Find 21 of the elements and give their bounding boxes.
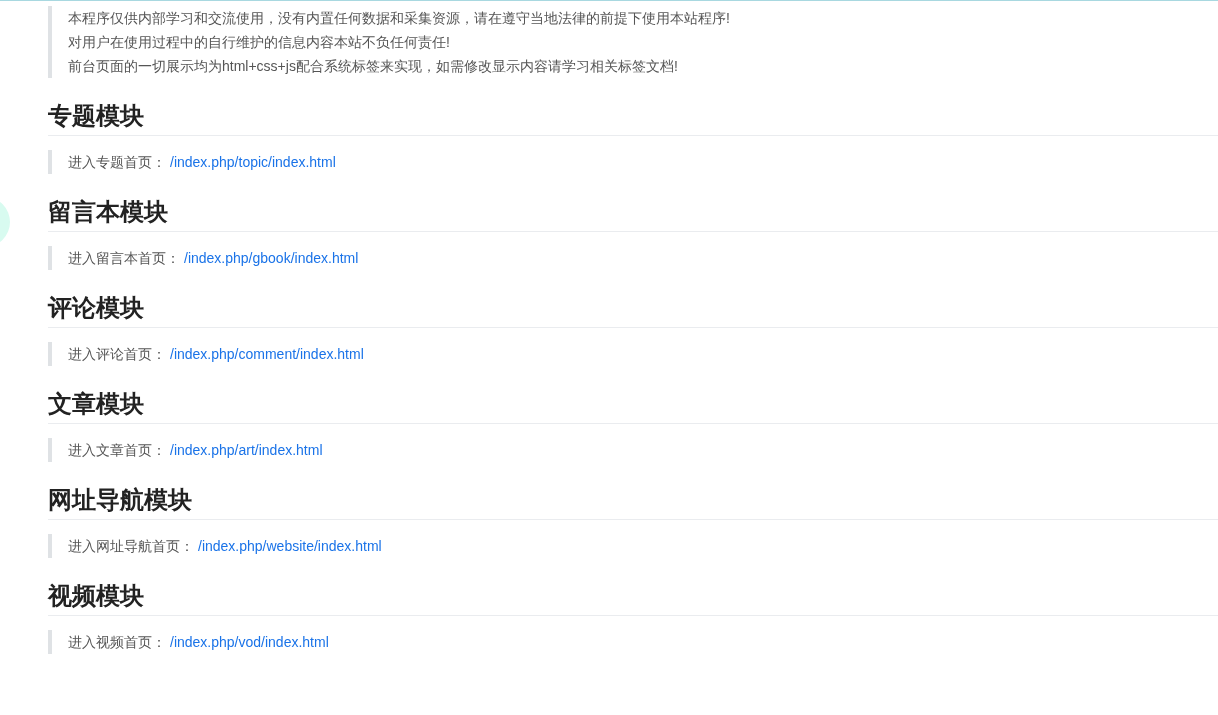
module-link[interactable]: /index.php/art/index.html [170,438,323,462]
module-link[interactable]: /index.php/vod/index.html [170,630,329,654]
link-label: 进入留言本首页： [68,249,180,268]
section-heading: 网址导航模块 [48,484,1218,520]
section-heading: 文章模块 [48,388,1218,424]
section-heading: 评论模块 [48,292,1218,328]
module-link[interactable]: /index.php/website/index.html [198,534,382,558]
link-label: 进入视频首页： [68,633,166,652]
module-link[interactable]: /index.php/gbook/index.html [184,246,359,270]
section-heading: 留言本模块 [48,196,1218,232]
section-heading: 专题模块 [48,100,1218,136]
notice-text: 前台页面的一切展示均为html+css+js配合系统标签来实现，如需修改显示内容请学习相关标签文档! [68,57,679,76]
link-label: 进入专题首页： [68,153,166,172]
notice-text: 对用户在使用过程中的自行维护的信息内容本站不负任何责任! [68,33,451,52]
section-heading: 视频模块 [48,580,1218,616]
notice-text: 本程序仅供内部学习和交流使用，没有内置任何数据和采集资源，请在遵守当地法律的前提下使用本站程序! [68,9,731,28]
link-label: 进入评论首页： [68,345,166,364]
module-link[interactable]: /index.php/topic/index.html [170,150,336,174]
link-label: 进入文章首页： [68,441,166,460]
module-link[interactable]: /index.php/comment/index.html [170,342,364,366]
link-label: 进入网址导航首页： [68,537,194,556]
